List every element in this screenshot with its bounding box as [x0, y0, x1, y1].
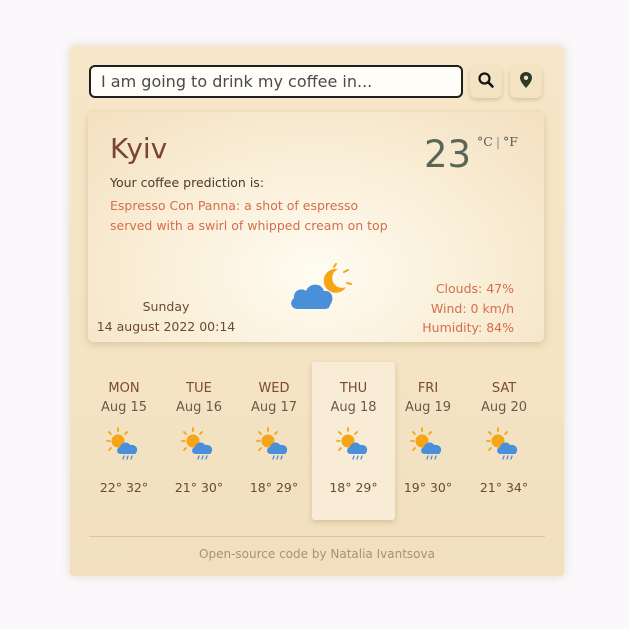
search-button[interactable]: [470, 66, 502, 98]
forecast-row: MON Aug 15 22° 32° TUE Aug 16 21° 30° WED Aug 1…: [88, 362, 544, 522]
forecast-day-name: WED: [258, 381, 290, 396]
forecast-day-mon[interactable]: MON Aug 15 22° 32°: [87, 362, 161, 520]
forecast-day-name: TUE: [186, 381, 212, 396]
forecast-day-name: MON: [108, 381, 140, 396]
forecast-day-fri[interactable]: FRI Aug 19 19° 30°: [391, 362, 465, 520]
coffee-prediction: Espresso Con Panna: a shot of espresso s…: [110, 198, 388, 233]
forecast-day-tue[interactable]: TUE Aug 16 21° 30°: [162, 362, 236, 520]
sun-rain-icon: [410, 427, 446, 467]
search-icon: [477, 71, 495, 93]
current-date: 14 august 2022 00:14: [96, 319, 236, 334]
sun-rain-icon: [256, 427, 292, 467]
fahrenheit-link[interactable]: °F: [503, 134, 518, 149]
unit-switcher: °C | °F: [477, 134, 518, 149]
forecast-day-thu[interactable]: THU Aug 18 18° 29°: [312, 362, 395, 520]
forecast-temperatures: 18° 29°: [329, 480, 378, 495]
forecast-day-sat[interactable]: SAT Aug 20 21° 34°: [467, 362, 541, 520]
map-pin-icon: [519, 71, 533, 93]
current-temperature: 23: [424, 133, 472, 176]
forecast-temperatures: 19° 30°: [403, 480, 453, 495]
sun-rain-icon: [486, 427, 522, 467]
clouds-value: Clouds: 47%: [435, 281, 514, 296]
celsius-link[interactable]: °C: [477, 134, 493, 149]
forecast-date: Aug 18: [330, 400, 377, 415]
forecast-date: Aug 20: [480, 400, 528, 415]
sun-rain-icon: [335, 427, 372, 467]
prediction-label: Your coffee prediction is:: [110, 175, 265, 190]
current-weather-card: Kyiv Your coffee prediction is: Espresso…: [88, 112, 544, 342]
forecast-temperatures: 18° 29°: [249, 480, 299, 495]
weather-app: Kyiv Your coffee prediction is: Espresso…: [70, 46, 564, 576]
sun-rain-icon: [181, 427, 217, 467]
wind-value: Wind: 0 km/h: [430, 300, 514, 316]
forecast-date: Aug 15: [100, 400, 148, 415]
partly-cloudy-night-icon: [288, 263, 354, 319]
forecast-day-wed[interactable]: WED Aug 17 18° 29°: [237, 362, 311, 520]
forecast-temperatures: 21° 34°: [479, 480, 529, 495]
forecast-date: Aug 19: [404, 400, 452, 415]
sun-rain-icon: [106, 427, 142, 467]
divider: [89, 536, 545, 537]
forecast-temperatures: 21° 30°: [174, 480, 224, 495]
search-input[interactable]: [89, 65, 463, 98]
city-name: Kyiv: [110, 132, 168, 165]
forecast-date: Aug 17: [250, 400, 298, 415]
search-bar: [89, 65, 545, 101]
forecast-date: Aug 16: [175, 400, 223, 415]
current-day: Sunday: [142, 299, 190, 314]
forecast-day-name: FRI: [417, 381, 439, 396]
unit-separator: |: [495, 134, 501, 149]
weather-details: Clouds: 47% Wind: 0 km/h Humidity: 84%: [422, 279, 514, 338]
forecast-day-name: SAT: [491, 381, 517, 396]
humidity-value: Humidity: 84%: [422, 320, 514, 335]
location-button[interactable]: [510, 66, 542, 98]
footer-credit[interactable]: Open-source code by Natalia Ivantsova: [70, 547, 564, 561]
forecast-day-name: THU: [339, 381, 368, 396]
forecast-temperatures: 22° 32°: [99, 480, 149, 495]
